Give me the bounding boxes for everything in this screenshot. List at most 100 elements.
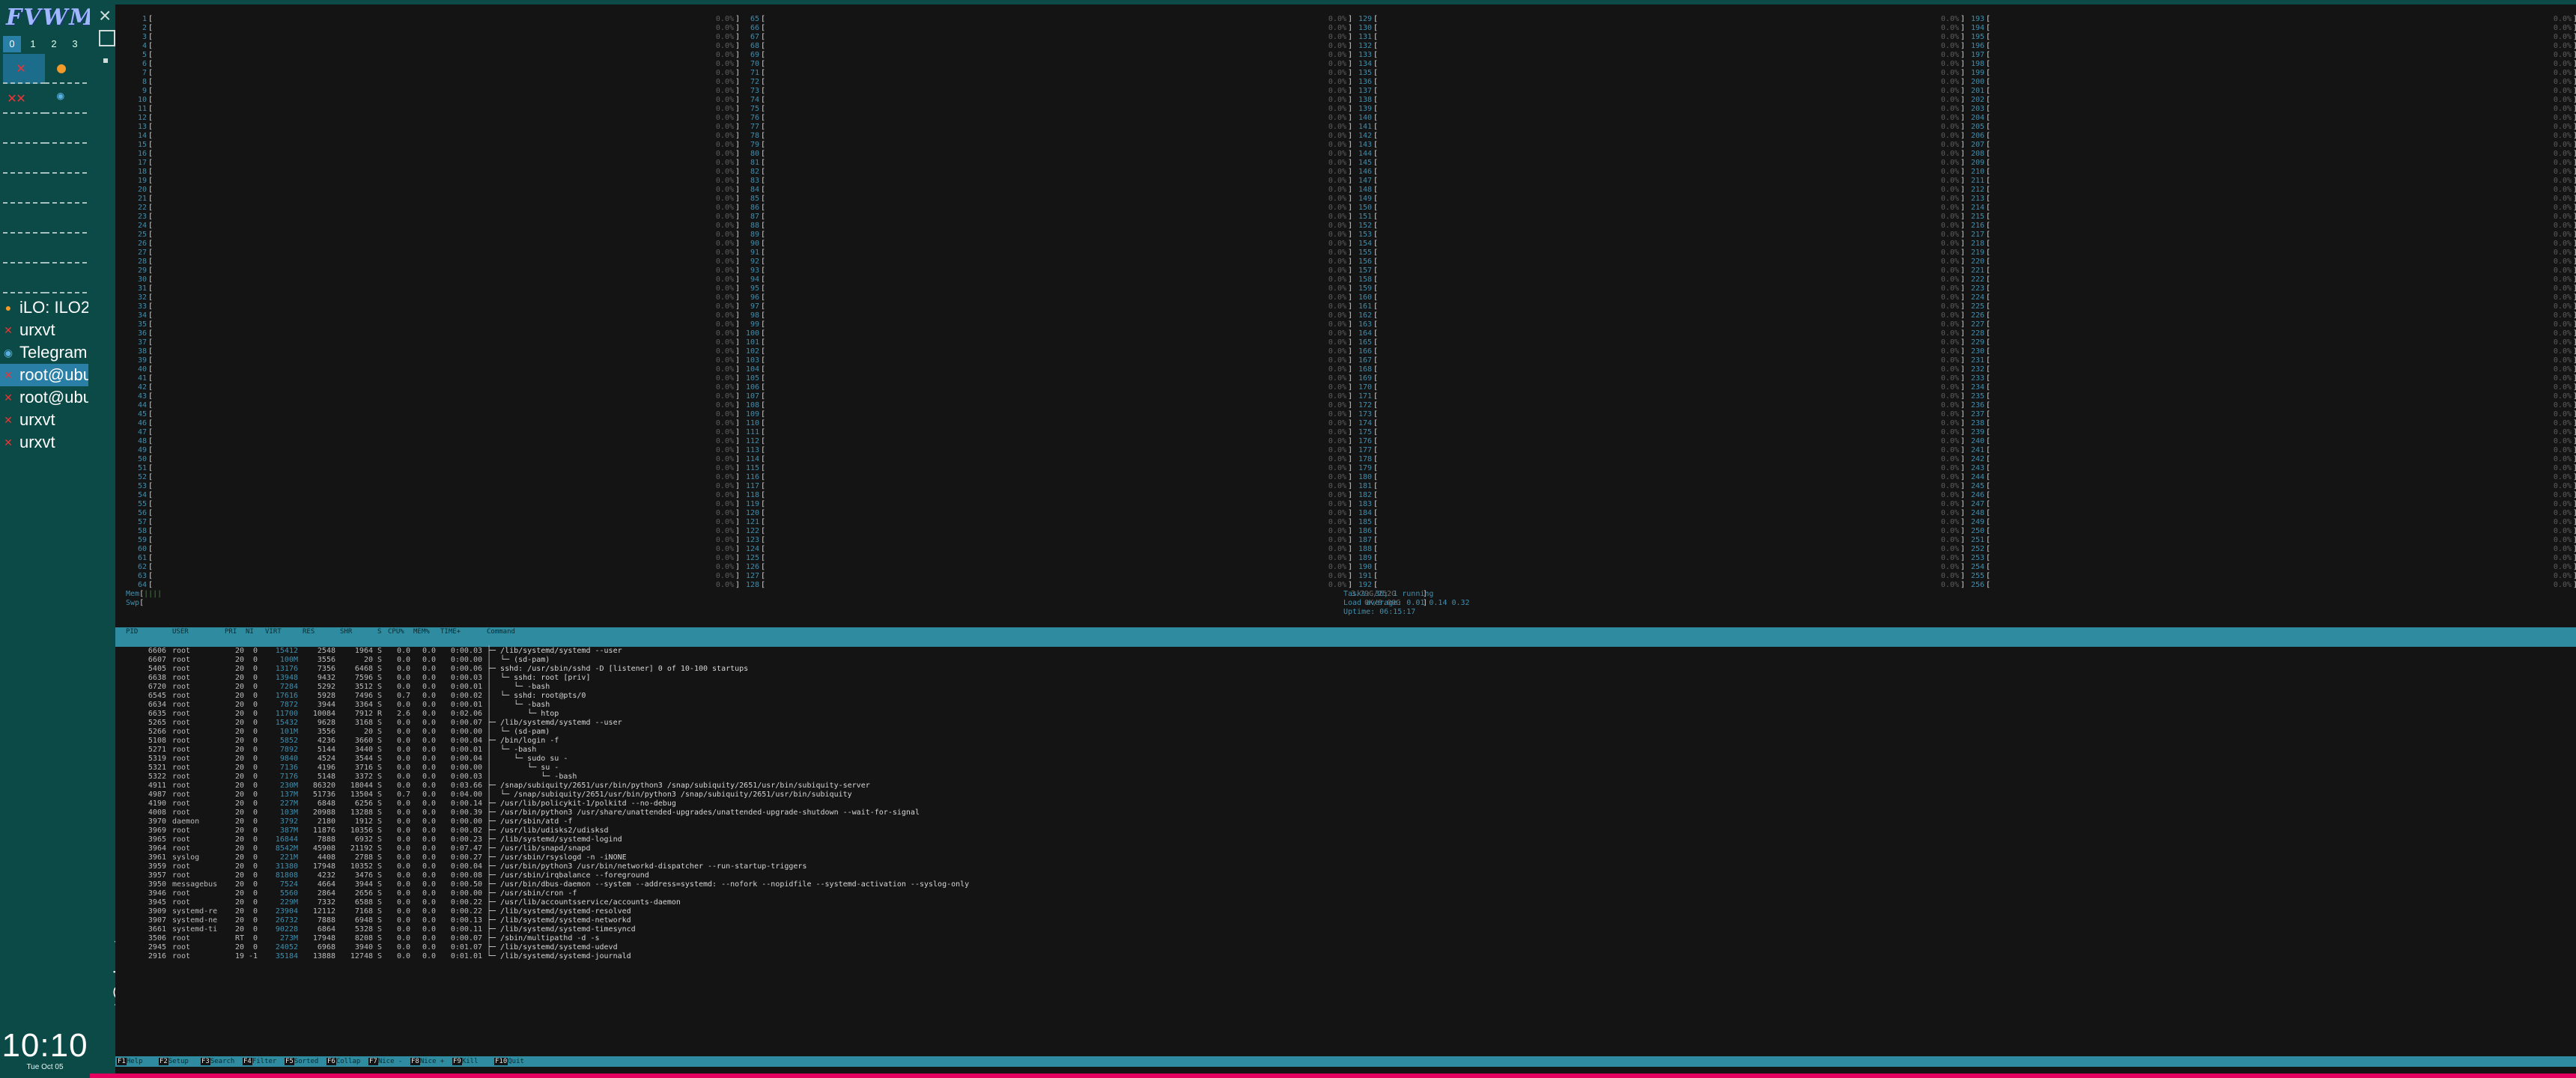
pager[interactable]: ✕ ● ✕✕ ◉ xyxy=(0,54,87,293)
close-button[interactable]: × xyxy=(99,5,115,26)
desk-0-button[interactable]: 0 xyxy=(3,36,21,52)
fkey-f6[interactable]: F6Collap xyxy=(326,1056,360,1067)
process-row[interactable]: 6545 root 20 0 17616 5928 7496 S 0.7 0.0 0:00.02 │ … xyxy=(115,692,2576,701)
terminal[interactable]: 1[0.0%] 2[0.0%] 3[0.0%] 4[0.0%] 5[0.0%] 6[0.0… xyxy=(115,4,2576,1074)
fkey-f3[interactable]: F3Search xyxy=(201,1056,234,1067)
column-header[interactable]: PID xyxy=(126,627,138,637)
cell: S xyxy=(377,853,383,862)
process-row[interactable]: 6606 root 20 0 15412 2548 1964 S 0.0 0.0 0:00.03 ├─… xyxy=(115,647,2576,656)
desk-2-button[interactable]: 2 xyxy=(45,36,63,52)
pager-cell[interactable]: ● xyxy=(45,54,87,84)
maximize-button[interactable] xyxy=(99,30,115,46)
window-list-item[interactable]: ✕ urxvt xyxy=(0,431,88,454)
pager-cell[interactable] xyxy=(3,204,45,234)
column-header[interactable]: VIRT xyxy=(265,627,282,637)
pager-cell[interactable] xyxy=(3,144,45,174)
window-list-item[interactable]: ✕ root@ubu xyxy=(0,364,88,386)
pager-cell[interactable]: ✕✕ xyxy=(3,84,45,114)
column-header[interactable]: NI xyxy=(246,627,254,637)
column-header[interactable]: PRI xyxy=(225,627,237,637)
process-row[interactable]: 6635 root 20 0 11700 10084 7912 R 2.6 0.0 0:02.06 │… xyxy=(115,710,2576,719)
window-list-item[interactable]: ✕ urxvt xyxy=(0,319,88,341)
cell: ├─ /lib/systemd/systemd-timesyncd xyxy=(487,925,636,934)
cpu-meter: 117[0.0%] xyxy=(745,482,1352,490)
fkey-f5[interactable]: F5Sorted xyxy=(285,1056,318,1067)
process-row[interactable]: 6607 root 20 0 100M 3556 20 S 0.0 0.0 0:00.00 │ └─ … xyxy=(115,656,2576,665)
pager-cell[interactable]: ✕ xyxy=(3,54,45,84)
process-row[interactable]: 3661 systemd-ti 20 0 90228 6864 5328 S 0.0 0.0 0:0… xyxy=(115,925,2576,934)
pager-cell[interactable] xyxy=(3,114,45,144)
process-row[interactable]: 5271 root 20 0 7892 5144 3440 S 0.0 0.0 0:00.01 │ └… xyxy=(115,746,2576,755)
fkey-f8[interactable]: F8Nice + xyxy=(410,1056,444,1067)
fkey-f7[interactable]: F7Nice - xyxy=(368,1056,402,1067)
desk-1-button[interactable]: 1 xyxy=(24,36,42,52)
process-row[interactable]: 3957 root 20 0 81808 4232 3476 S 0.0 0.0 0:00.08 ├─… xyxy=(115,871,2576,880)
fkey-f10[interactable]: F10Quit xyxy=(494,1056,524,1067)
process-row[interactable]: 3959 root 20 0 31380 17948 10352 S 0.0 0.0 0:00.04… xyxy=(115,862,2576,871)
process-row[interactable]: 5322 root 20 0 7176 5148 3372 S 0.0 0.0 0:00.03 │ └… xyxy=(115,773,2576,782)
process-row[interactable]: 5108 root 20 0 5852 4236 3660 S 0.0 0.0 0:00.04 ├─ … xyxy=(115,737,2576,746)
process-row[interactable]: 5405 root 20 0 13176 7356 6468 S 0.0 0.0 0:00.06 ├─… xyxy=(115,665,2576,674)
pager-cell[interactable] xyxy=(45,114,87,144)
pager-cell[interactable] xyxy=(3,174,45,204)
process-row[interactable]: 6720 root 20 0 7284 5292 3512 S 0.0 0.0 0:00.01 │ └… xyxy=(115,683,2576,692)
process-row[interactable]: 4911 root 20 0 230M 86320 18044 S 0.0 0.0 0:03.66 ├… xyxy=(115,782,2576,791)
column-header[interactable]: SHR xyxy=(340,627,352,637)
process-row[interactable]: 3961 syslog 20 0 221M 4408 2788 S 0.0 0.0 0:00.27 ├… xyxy=(115,853,2576,862)
window-list-label: iLO: ILO2 xyxy=(19,298,88,317)
cpu-meter: 132[0.0%] xyxy=(1358,42,1965,50)
column-header[interactable]: CPU% xyxy=(388,627,404,637)
process-row[interactable]: 4190 root 20 0 227M 6848 6256 S 0.0 0.0 0:00.14 ├─ … xyxy=(115,800,2576,808)
column-header[interactable]: Command xyxy=(487,627,515,637)
process-row[interactable]: 3506 root RT 0 273M 17948 8208 S 0.0 0.0 0:00.07 ├─… xyxy=(115,934,2576,943)
cell: 3961 xyxy=(148,853,166,862)
process-row[interactable]: 2945 root 20 0 24052 6968 3940 S 0.0 0.0 0:01.07 ├─… xyxy=(115,943,2576,952)
column-header[interactable]: RES xyxy=(303,627,315,637)
window-list-item[interactable]: ◉ Telegram xyxy=(0,341,88,364)
column-header[interactable]: USER xyxy=(172,627,189,637)
column-header[interactable]: MEM% xyxy=(413,627,430,637)
column-header[interactable]: TIME+ xyxy=(440,627,461,637)
window-list-item[interactable]: ✕ root@ubu xyxy=(0,386,88,409)
cpu-meter: 229[0.0%] xyxy=(1970,338,2576,347)
window-list-item[interactable]: ✕ urxvt xyxy=(0,409,88,431)
process-row[interactable]: 6638 root 20 0 13948 9432 7596 S 0.0 0.0 0:00.03 │ … xyxy=(115,674,2576,683)
cell: 7888 xyxy=(317,835,335,844)
fkey-f1[interactable]: F1Help xyxy=(117,1056,143,1067)
window-list-item[interactable]: ● iLO: ILO2 xyxy=(0,296,88,319)
process-row[interactable]: 4008 root 20 0 103M 20988 13288 S 0.0 0.0 0:00.39 ├… xyxy=(115,808,2576,817)
process-row[interactable]: 4987 root 20 0 137M 51736 13504 S 0.7 0.0 0:04.00 │… xyxy=(115,791,2576,800)
fkey-f2[interactable]: F2Setup xyxy=(159,1056,189,1067)
process-row[interactable]: 6634 root 20 0 7872 3944 3364 S 0.0 0.0 0:00.01 │ └… xyxy=(115,701,2576,710)
process-row[interactable]: 5319 root 20 0 9840 4524 3544 S 0.0 0.0 0:00.04 │ └… xyxy=(115,755,2576,764)
process-row[interactable]: 3969 root 20 0 387M 11876 10356 S 0.0 0.0 0:00.02 ├… xyxy=(115,826,2576,835)
process-row[interactable]: 3950 messagebus 20 0 7524 4664 3944 S 0.0 0.0 0:00… xyxy=(115,880,2576,889)
process-row[interactable]: 5265 root 20 0 15432 9628 3168 S 0.0 0.0 0:00.07 ├─… xyxy=(115,719,2576,728)
process-row[interactable]: 3946 root 20 0 5560 2864 2656 S 0.0 0.0 0:00.00 ├─ … xyxy=(115,889,2576,898)
cell: 0 xyxy=(252,728,258,736)
pager-cell[interactable] xyxy=(3,234,45,264)
process-table-header[interactable]: PID USER PRI NI VIRT RES SHR S CPU% MEM% TIME+ Comm… xyxy=(115,627,2576,647)
desk-3-button[interactable]: 3 xyxy=(66,36,84,52)
pager-cell[interactable] xyxy=(45,234,87,264)
pager-cell[interactable] xyxy=(45,174,87,204)
pager-cell[interactable] xyxy=(45,204,87,234)
process-row[interactable]: 3970 daemon 20 0 3792 2180 1912 S 0.0 0.0 0:00.00 ├… xyxy=(115,817,2576,826)
process-row[interactable]: 5321 root 20 0 7136 4196 3716 S 0.0 0.0 0:00.00 │ └… xyxy=(115,764,2576,773)
process-row[interactable]: 3945 root 20 0 229M 7332 6588 S 0.0 0.0 0:00.22 ├─ … xyxy=(115,898,2576,907)
pager-cell[interactable]: ◉ xyxy=(45,84,87,114)
minimize-button[interactable] xyxy=(103,58,108,63)
process-row[interactable]: 3965 root 20 0 16844 7888 6932 S 0.0 0.0 0:00.23 ├─… xyxy=(115,835,2576,844)
cpu-meter: 91[0.0%] xyxy=(750,249,1352,257)
fkey-f4[interactable]: F4Filter xyxy=(243,1056,276,1067)
process-row[interactable]: 3907 systemd-ne 20 0 26732 7888 6948 S 0.0 0.0 0:0… xyxy=(115,916,2576,925)
column-header[interactable]: S xyxy=(377,627,381,637)
process-row[interactable]: 2916 root 19 -1 35184 13888 12748 S 0.0 0.0 0:01.0… xyxy=(115,952,2576,961)
pager-cell[interactable] xyxy=(45,144,87,174)
process-row[interactable]: 3909 systemd-re 20 0 23904 12112 7168 S 0.0 0.0 0:… xyxy=(115,907,2576,916)
pager-cell[interactable] xyxy=(45,264,87,293)
pager-cell[interactable] xyxy=(3,264,45,293)
process-row[interactable]: 5266 root 20 0 101M 3556 20 S 0.0 0.0 0:00.00 │ └─ … xyxy=(115,728,2576,737)
fkey-f9[interactable]: F9Kill xyxy=(452,1056,479,1067)
process-row[interactable]: 3964 root 20 0 8542M 45908 21192 S 0.0 0.0 0:07.47… xyxy=(115,844,2576,853)
